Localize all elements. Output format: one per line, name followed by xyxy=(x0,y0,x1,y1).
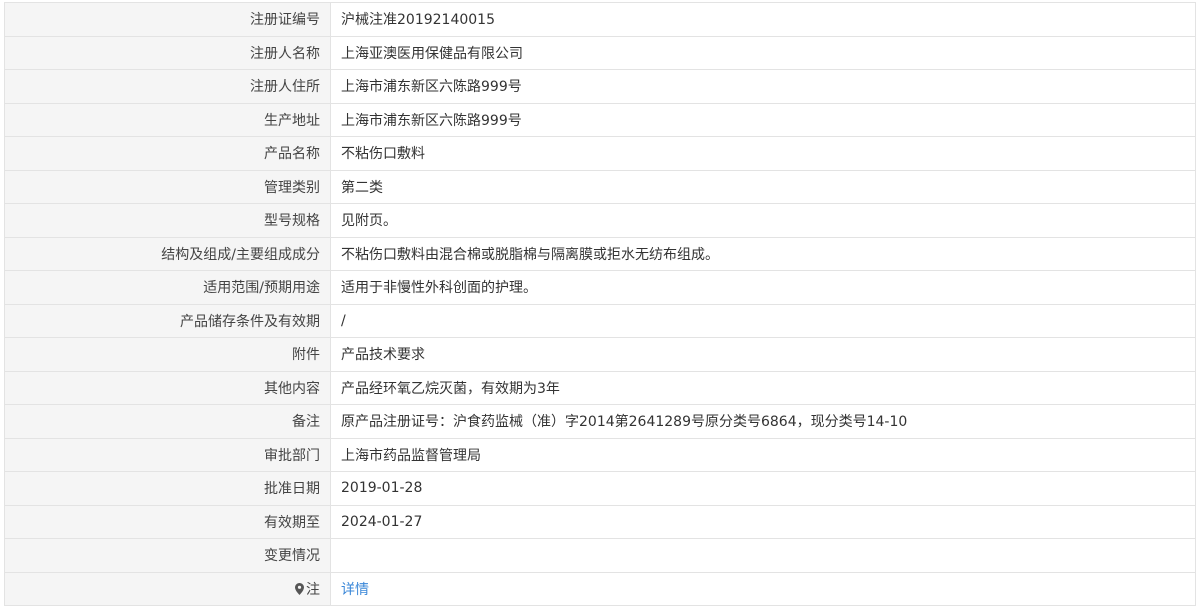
row-change-history: 变更情况 xyxy=(5,539,1195,573)
field-label: 产品储存条件及有效期 xyxy=(5,304,331,337)
field-value: 适用于非慢性外科创面的护理。 xyxy=(341,280,537,297)
field-label: 结构及组成/主要组成成分 xyxy=(5,237,331,270)
field-value: 上海市药品监督管理局 xyxy=(341,447,481,464)
row-model-specification: 型号规格 见附页。 xyxy=(5,204,1195,238)
row-management-category: 管理类别 第二类 xyxy=(5,170,1195,204)
field-value: 见附页。 xyxy=(341,213,397,230)
row-product-name: 产品名称 不粘伤口敷料 xyxy=(5,137,1195,171)
field-label: 适用范围/预期用途 xyxy=(5,271,331,304)
row-valid-until: 有效期至 2024-01-27 xyxy=(5,505,1195,539)
field-value: 2024-01-27 xyxy=(341,513,423,530)
row-scope-intended-use: 适用范围/预期用途 适用于非慢性外科创面的护理。 xyxy=(5,271,1195,305)
field-value: 沪械注准20192140015 xyxy=(341,12,495,29)
row-production-address: 生产地址 上海市浦东新区六陈路999号 xyxy=(5,103,1195,137)
row-registrant-name: 注册人名称 上海亚澳医用保健品有限公司 xyxy=(5,36,1195,70)
row-other-content: 其他内容 产品经环氧乙烷灭菌，有效期为3年 xyxy=(5,371,1195,405)
field-value: 上海亚澳医用保健品有限公司 xyxy=(341,45,523,62)
row-attachments: 附件 产品技术要求 xyxy=(5,338,1195,372)
row-remarks: 备注 原产品注册证号：沪食药监械（准）字2014第2641289号原分类号686… xyxy=(5,405,1195,439)
field-value: 原产品注册证号：沪食药监械（准）字2014第2641289号原分类号6864，现… xyxy=(341,414,908,431)
row-approval-date: 批准日期 2019-01-28 xyxy=(5,472,1195,506)
row-approval-department: 审批部门 上海市药品监督管理局 xyxy=(5,438,1195,472)
field-value: 2019-01-28 xyxy=(341,480,423,497)
field-label: 其他内容 xyxy=(5,371,331,404)
field-value: / xyxy=(341,312,346,329)
field-value: 上海市浦东新区六陈路999号 xyxy=(341,79,522,96)
row-registrant-address: 注册人住所 上海市浦东新区六陈路999号 xyxy=(5,70,1195,104)
registration-details-table: 注册证编号 沪械注准20192140015 注册人名称 上海亚澳医用保健品有限公… xyxy=(4,2,1196,606)
field-label: 注册证编号 xyxy=(5,3,331,36)
field-value: 详情 xyxy=(331,573,1195,606)
field-value xyxy=(331,539,1195,572)
field-label: 批准日期 xyxy=(5,472,331,505)
row-registration-number: 注册证编号 沪械注准20192140015 xyxy=(5,3,1195,37)
field-label: 生产地址 xyxy=(5,103,331,136)
field-value: 上海市浦东新区六陈路999号 xyxy=(341,112,522,129)
field-label: 产品名称 xyxy=(5,137,331,170)
field-label: 管理类别 xyxy=(5,170,331,203)
field-label: 注册人名称 xyxy=(5,36,331,69)
row-structure-composition: 结构及组成/主要组成成分 不粘伤口敷料由混合棉或脱脂棉与隔离膜或拒水无纺布组成。 xyxy=(5,237,1195,271)
field-label: 变更情况 xyxy=(5,539,331,572)
field-label: 型号规格 xyxy=(5,204,331,237)
field-value: 不粘伤口敷料 xyxy=(341,146,425,163)
field-value: 产品技术要求 xyxy=(341,347,425,364)
field-label: 备注 xyxy=(5,405,331,438)
field-label: 注 xyxy=(306,581,320,598)
field-label: 注册人住所 xyxy=(5,70,331,103)
field-value: 产品经环氧乙烷灭菌，有效期为3年 xyxy=(341,380,560,397)
field-value: 第二类 xyxy=(341,179,383,196)
field-label: 有效期至 xyxy=(5,505,331,538)
row-note: 注 详情 xyxy=(5,572,1195,606)
field-label: 附件 xyxy=(5,338,331,371)
field-label: 审批部门 xyxy=(5,438,331,471)
details-link[interactable]: 详情 xyxy=(341,579,369,599)
field-value: 不粘伤口敷料由混合棉或脱脂棉与隔离膜或拒水无纺布组成。 xyxy=(341,246,719,263)
row-storage-conditions: 产品储存条件及有效期 / xyxy=(5,304,1195,338)
map-pin-icon xyxy=(295,582,304,595)
note-label-cell: 注 xyxy=(5,572,331,605)
